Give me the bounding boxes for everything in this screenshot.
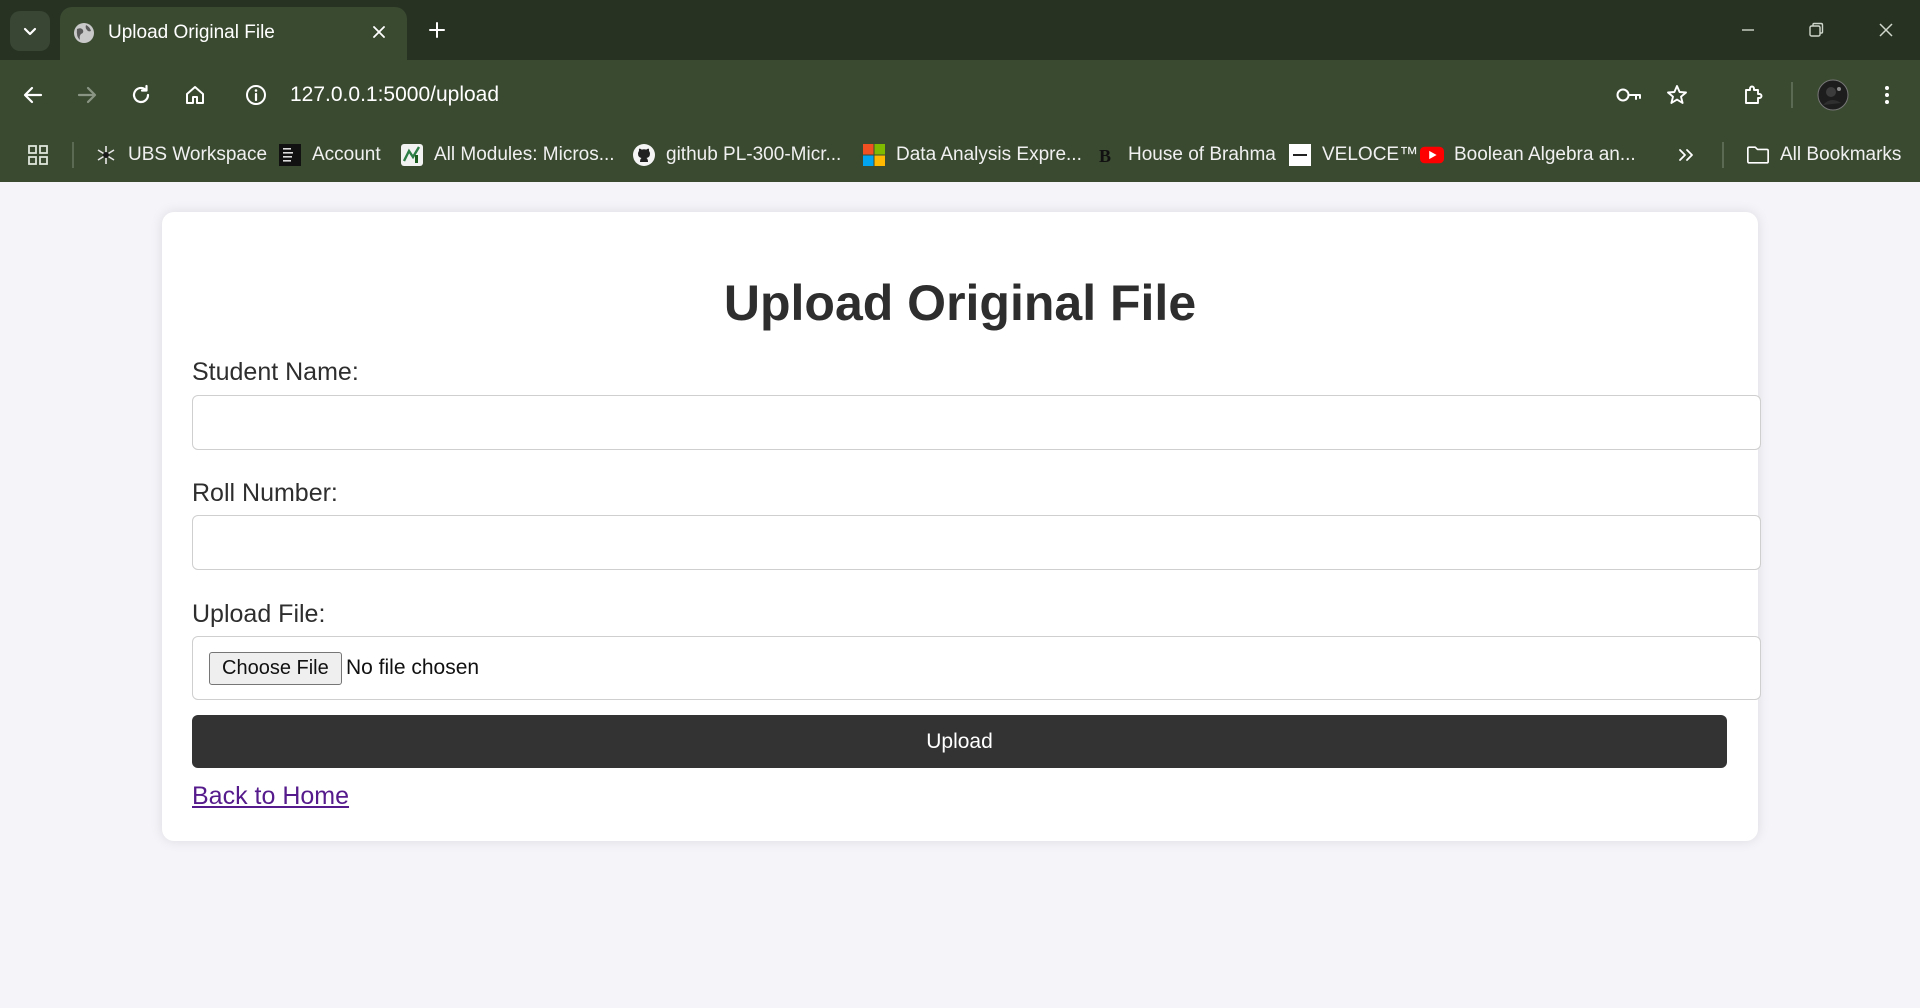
bookmark-ubs-workspace[interactable]: UBS Workspace xyxy=(94,138,267,172)
bookmarks-divider xyxy=(1722,142,1724,168)
bookmark-label: Boolean Algebra an... xyxy=(1454,144,1636,165)
profile-button[interactable] xyxy=(1814,76,1852,114)
close-icon xyxy=(1879,23,1893,37)
upload-file-label: Upload File: xyxy=(192,600,326,628)
bookmark-label: Account xyxy=(312,144,381,165)
restore-button[interactable] xyxy=(1792,12,1840,48)
arrow-left-icon xyxy=(23,86,43,104)
globe-icon xyxy=(74,23,94,43)
info-icon[interactable] xyxy=(244,83,268,107)
address-bar[interactable]: 127.0.0.1:5000/upload xyxy=(232,72,1688,118)
home-icon xyxy=(186,86,204,104)
back-to-home-link[interactable]: Back to Home xyxy=(192,782,349,811)
tab-close-button[interactable] xyxy=(367,20,391,44)
plus-icon xyxy=(429,22,445,38)
roll-number-input[interactable] xyxy=(192,515,1761,570)
upload-button[interactable]: Upload xyxy=(192,715,1727,768)
bookmark-all-modules[interactable]: All Modules: Micros... xyxy=(400,138,615,172)
tab-strip: Upload Original File xyxy=(0,0,1920,60)
minimize-button[interactable] xyxy=(1724,12,1772,48)
brahma-icon: B xyxy=(1094,143,1118,167)
puzzle-icon xyxy=(1745,85,1763,104)
bookmark-label: github PL-300-Micr... xyxy=(666,144,842,165)
bookmark-label: Data Analysis Expre... xyxy=(896,144,1082,165)
bookmark-label: House of Brahma xyxy=(1128,144,1276,165)
house-of-bare-icon xyxy=(278,143,302,167)
url-text: 127.0.0.1:5000/upload xyxy=(290,83,500,106)
apps-grid-icon xyxy=(28,145,48,165)
password-manager-button[interactable] xyxy=(1610,76,1648,114)
upload-form-card: Upload Original File Student Name: Roll … xyxy=(162,212,1761,841)
window-close-button[interactable] xyxy=(1862,12,1910,48)
bookmark-veloce[interactable]: VELOCE™ xyxy=(1288,138,1418,172)
bookmark-data-analysis[interactable]: Data Analysis Expre... xyxy=(862,138,1082,172)
new-tab-button[interactable] xyxy=(421,14,453,46)
extensions-button[interactable] xyxy=(1734,76,1772,114)
student-name-input[interactable] xyxy=(192,395,1761,450)
arrow-right-icon xyxy=(77,86,97,104)
reload-button[interactable] xyxy=(122,76,160,114)
tab-search-button[interactable] xyxy=(10,11,50,51)
star-icon xyxy=(1667,85,1687,104)
key-icon xyxy=(1616,88,1641,102)
student-name-label: Student Name: xyxy=(192,358,359,386)
all-bookmarks-button[interactable]: All Bookmarks xyxy=(1746,138,1901,172)
close-icon xyxy=(373,26,385,38)
microsoft-icon xyxy=(862,143,886,167)
back-button[interactable] xyxy=(14,76,52,114)
browser-toolbar: 127.0.0.1:5000/upload xyxy=(0,60,1920,130)
bookmarks-divider xyxy=(72,142,74,168)
restore-icon xyxy=(1809,22,1824,37)
more-vertical-icon xyxy=(1885,86,1889,104)
youtube-icon xyxy=(1420,143,1444,167)
ubs-icon xyxy=(94,143,118,167)
all-bookmarks-label: All Bookmarks xyxy=(1780,144,1902,165)
browser-menu-button[interactable] xyxy=(1868,76,1906,114)
minimize-icon xyxy=(1742,29,1754,31)
svg-text:B: B xyxy=(1099,146,1111,166)
modules-icon xyxy=(400,143,424,167)
more-bookmarks-button[interactable] xyxy=(1676,138,1696,172)
bookmark-label: VELOCE™ xyxy=(1322,144,1419,165)
page-title: Upload Original File xyxy=(723,275,1197,331)
bookmark-label: All Modules: Micros... xyxy=(434,144,615,165)
file-input[interactable]: Choose File No file chosen xyxy=(192,636,1761,700)
active-tab[interactable]: Upload Original File xyxy=(60,7,407,60)
chevron-double-right-icon xyxy=(1679,149,1693,161)
reload-icon xyxy=(132,84,150,104)
chevron-down-icon xyxy=(23,27,37,36)
toolbar-divider xyxy=(1791,82,1793,108)
bookmark-label: UBS Workspace xyxy=(128,144,268,165)
home-button[interactable] xyxy=(176,76,214,114)
tab-title: Upload Original File xyxy=(108,22,275,43)
file-status-text: No file chosen xyxy=(346,656,480,679)
bookmark-star-button[interactable] xyxy=(1658,76,1696,114)
roll-number-label: Roll Number: xyxy=(192,479,338,507)
bookmarks-bar: UBS Workspace Account All Modules: Micro… xyxy=(0,130,1920,182)
bookmark-github[interactable]: github PL-300-Micr... xyxy=(632,138,841,172)
forward-button[interactable] xyxy=(68,76,106,114)
bookmark-account[interactable]: Account xyxy=(278,138,381,172)
bookmark-boolean-algebra[interactable]: Boolean Algebra an... xyxy=(1420,138,1636,172)
apps-button[interactable] xyxy=(26,138,50,172)
folder-icon xyxy=(1746,143,1770,167)
bookmark-house-of-brahma[interactable]: B House of Brahma xyxy=(1094,138,1276,172)
choose-file-button[interactable]: Choose File xyxy=(209,652,342,685)
veloce-icon xyxy=(1288,143,1312,167)
avatar xyxy=(1817,79,1849,111)
github-icon xyxy=(632,143,656,167)
